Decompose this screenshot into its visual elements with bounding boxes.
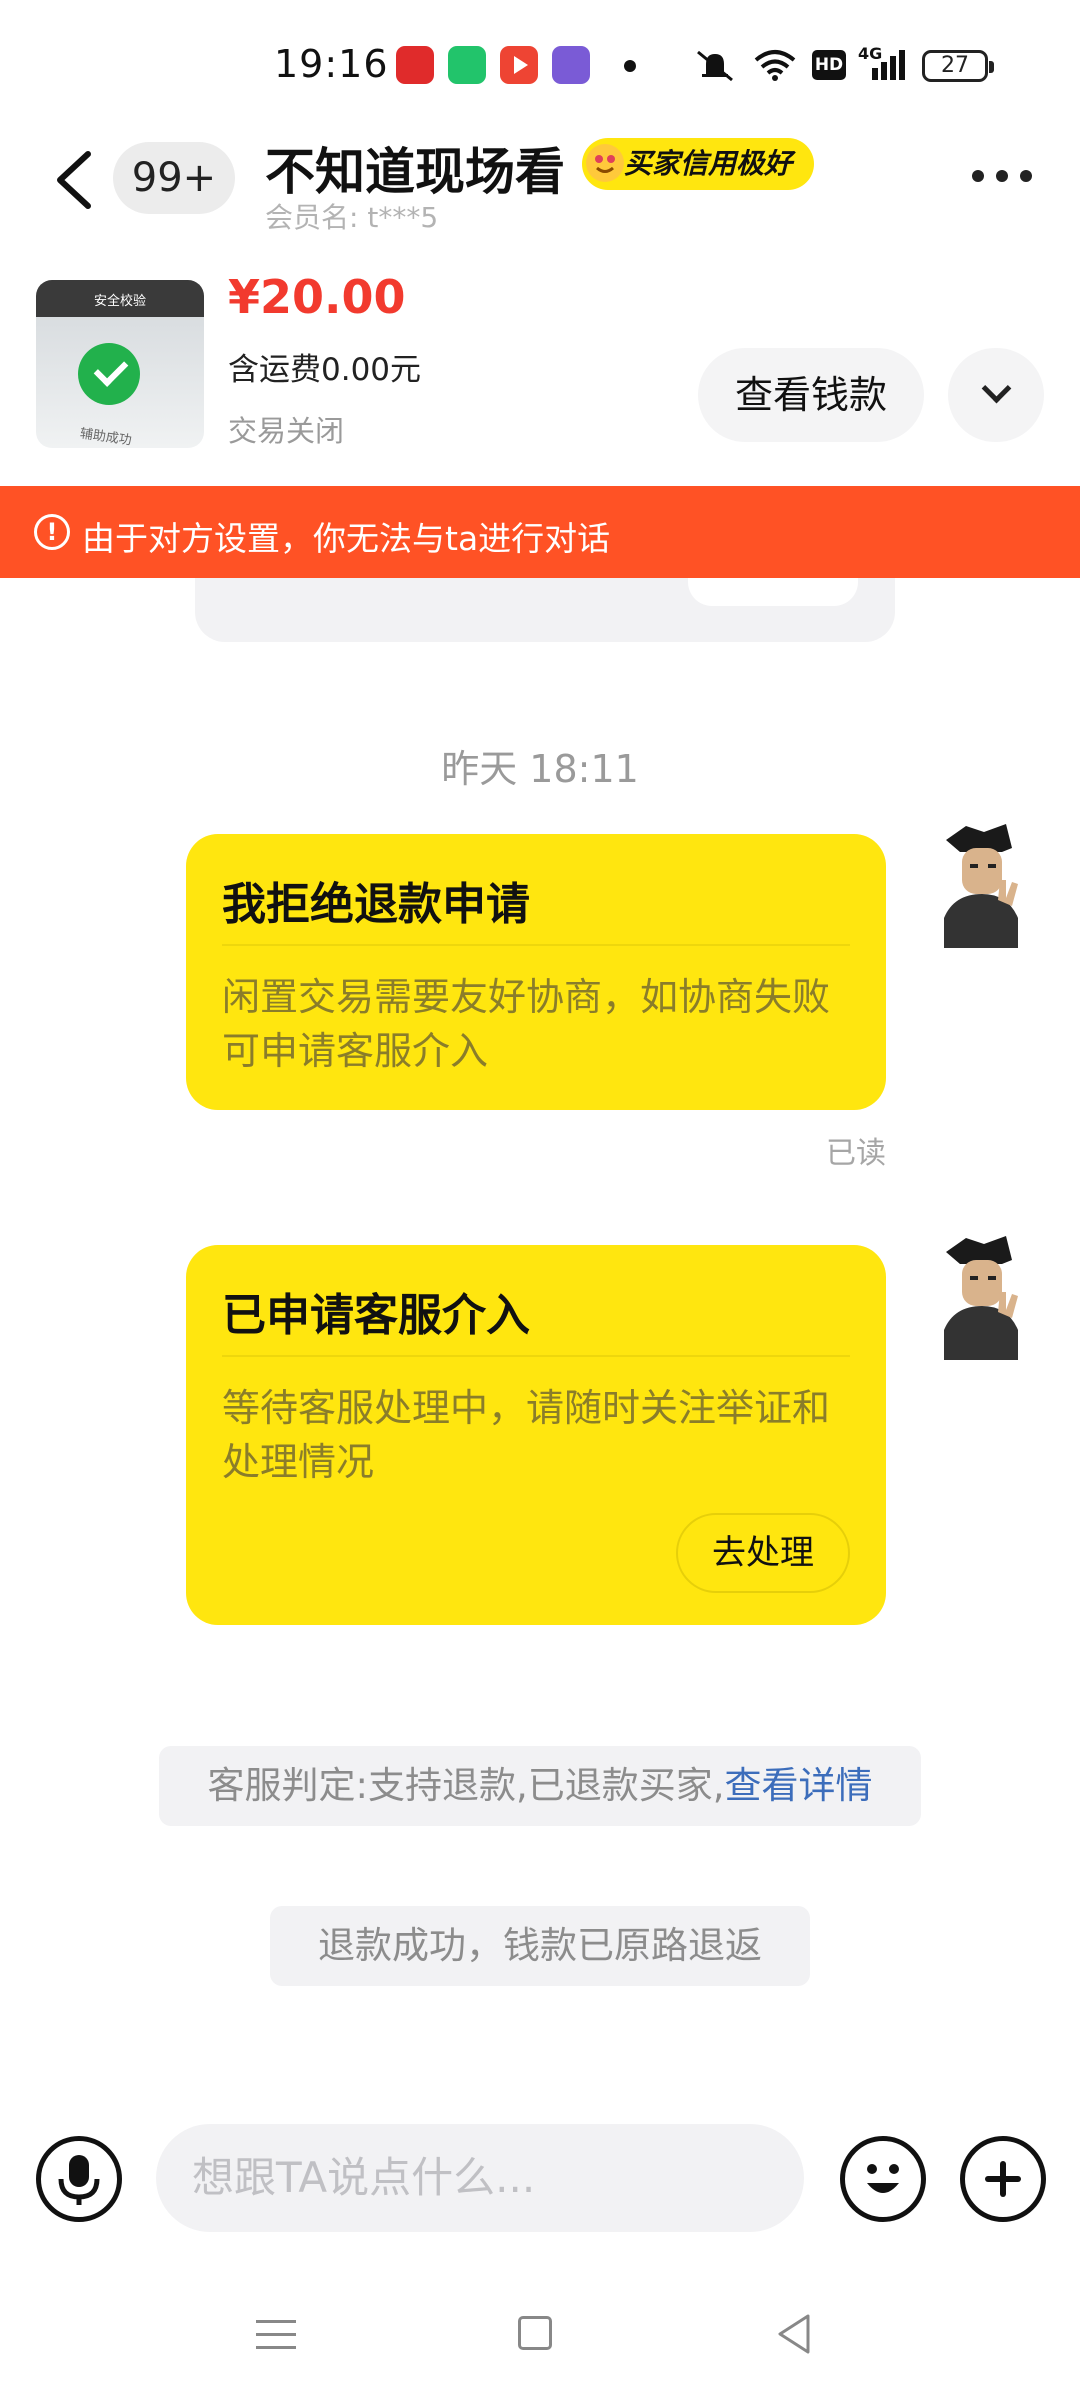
more-dot-icon (1020, 170, 1032, 182)
system-note-ruling: 客服判定:支持退款,已退款买家,查看详情 (159, 1746, 921, 1826)
voice-input-button[interactable] (36, 2136, 122, 2222)
status-bar: 19:16 HD 4G 27 (0, 0, 1080, 130)
chat-timestamp: 昨天 18:11 (441, 747, 639, 791)
more-dot-icon (996, 170, 1008, 182)
battery-icon: 27 (922, 50, 994, 82)
news-app-icon (552, 46, 590, 84)
handle-button[interactable]: 去处理 (676, 1513, 850, 1593)
view-money-button[interactable]: 查看钱款 (698, 348, 924, 442)
member-name: t***5 (367, 201, 439, 234)
shipping-fee: 含运费0.00元 (228, 352, 422, 388)
mute-icon (697, 50, 733, 82)
video-app-icon (500, 46, 538, 84)
back-button[interactable] (50, 148, 96, 212)
dot-icon (624, 60, 636, 72)
emoji-button[interactable] (840, 2136, 926, 2222)
member-label: 会员名: (265, 201, 359, 234)
message-input[interactable]: 想跟TA说点什么... (156, 2124, 804, 2232)
signal-icon (872, 50, 905, 80)
status-time: 19:16 (274, 42, 389, 86)
view-details-link[interactable]: 查看详情 (725, 1764, 873, 1807)
unread-count-badge[interactable]: 99+ (113, 142, 235, 214)
expand-chevron-button[interactable] (948, 348, 1044, 442)
emoji-icon (867, 2164, 899, 2193)
avatar[interactable] (936, 1234, 1026, 1360)
trade-status: 交易关闭 (228, 414, 345, 448)
avatar[interactable] (936, 822, 1026, 948)
read-status: 已读 (826, 1136, 886, 1171)
alert-icon: ! (34, 514, 70, 550)
microphone-icon (58, 2155, 100, 2205)
thumbnail-bottom-text: 辅助成功 (78, 426, 133, 448)
product-price: ¥20.00 (228, 270, 406, 324)
smile-face-icon (586, 144, 624, 182)
card-body: 等待客服处理中，请随时关注举证和处理情况 (222, 1386, 831, 1484)
card-divider (222, 1355, 850, 1357)
system-back-button[interactable] (774, 2312, 814, 2356)
chat-title: 不知道现场看 (265, 143, 565, 201)
more-options-button[interactable] (966, 160, 1038, 190)
app-notification-icon (396, 46, 434, 84)
refund-rejected-card[interactable]: 我拒绝退款申请 闲置交易需要友好协商，如协商失败可申请客服介入 (186, 834, 886, 1110)
system-note-refund: 退款成功，钱款已原路退返 (270, 1906, 810, 1986)
wifi-icon (754, 50, 796, 81)
customer-service-card[interactable]: 已申请客服介入 等待客服处理中，请随时关注举证和处理情况 去处理 (186, 1245, 886, 1625)
card-body: 闲置交易需要友好协商，如协商失败可申请客服介入 (222, 975, 831, 1073)
recent-apps-button[interactable] (256, 2318, 296, 2352)
add-attachment-button[interactable] (960, 2136, 1046, 2222)
hd-icon: HD (812, 50, 846, 80)
alert-text: 由于对方设置，你无法与ta进行对话 (82, 519, 611, 558)
member-line: 会员名: t***5 (265, 196, 438, 236)
product-thumbnail[interactable]: 安全校验 辅助成功 (36, 280, 204, 448)
home-button[interactable] (518, 2316, 552, 2350)
card-title: 我拒绝退款申请 (222, 879, 530, 930)
check-icon (78, 343, 140, 405)
phone-app-icon (448, 46, 486, 84)
more-dot-icon (972, 170, 984, 182)
ruling-text: 客服判定:支持退款,已退款买家, (207, 1764, 725, 1807)
thumbnail-top-text: 安全校验 (93, 294, 146, 309)
card-title: 已申请客服介入 (222, 1290, 530, 1341)
card-divider (222, 944, 850, 946)
